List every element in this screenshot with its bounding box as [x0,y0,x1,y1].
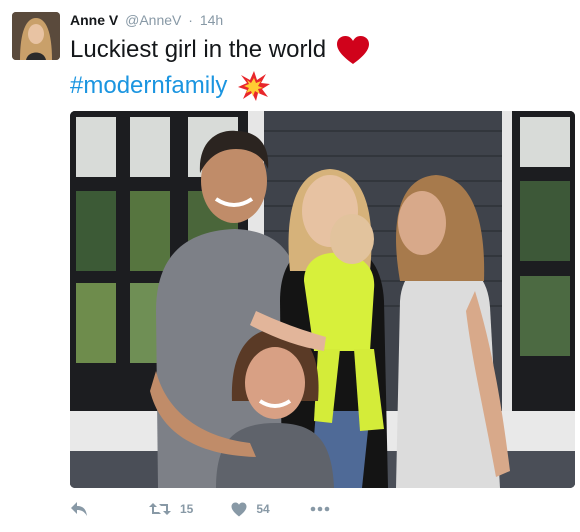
retweet-icon [149,503,171,515]
tweet-text-line: Luckiest girl in the world [70,36,327,63]
tweet-text: Luckiest girl in the world #modernfamily [70,32,370,104]
like-button[interactable]: 54 [231,502,270,517]
collision-emoji-icon [238,71,271,101]
retweet-count: 15 [180,502,194,516]
retweet-button[interactable]: 15 [149,501,193,517]
avatar[interactable] [12,12,60,60]
author-name[interactable]: Anne V [70,12,118,28]
tweet-timestamp[interactable]: 14h [200,12,223,28]
tweet-card: Anne V @AnneV · 14h Luckiest girl in the… [0,0,580,532]
tweet-header: Anne V @AnneV · 14h [70,12,223,28]
header-separator: · [188,12,193,28]
author-handle[interactable]: @AnneV [125,12,181,28]
hashtag-link[interactable]: #modernfamily [70,68,227,104]
reply-button[interactable] [70,501,94,517]
tweet-photo[interactable] [70,111,575,488]
reply-icon [71,502,87,516]
tweet-actions: 15 54 [70,497,330,521]
more-button[interactable] [310,506,330,512]
red-heart-emoji-icon [337,36,370,64]
like-count: 54 [256,502,270,516]
more-icon [310,506,330,512]
heart-icon [231,502,247,516]
